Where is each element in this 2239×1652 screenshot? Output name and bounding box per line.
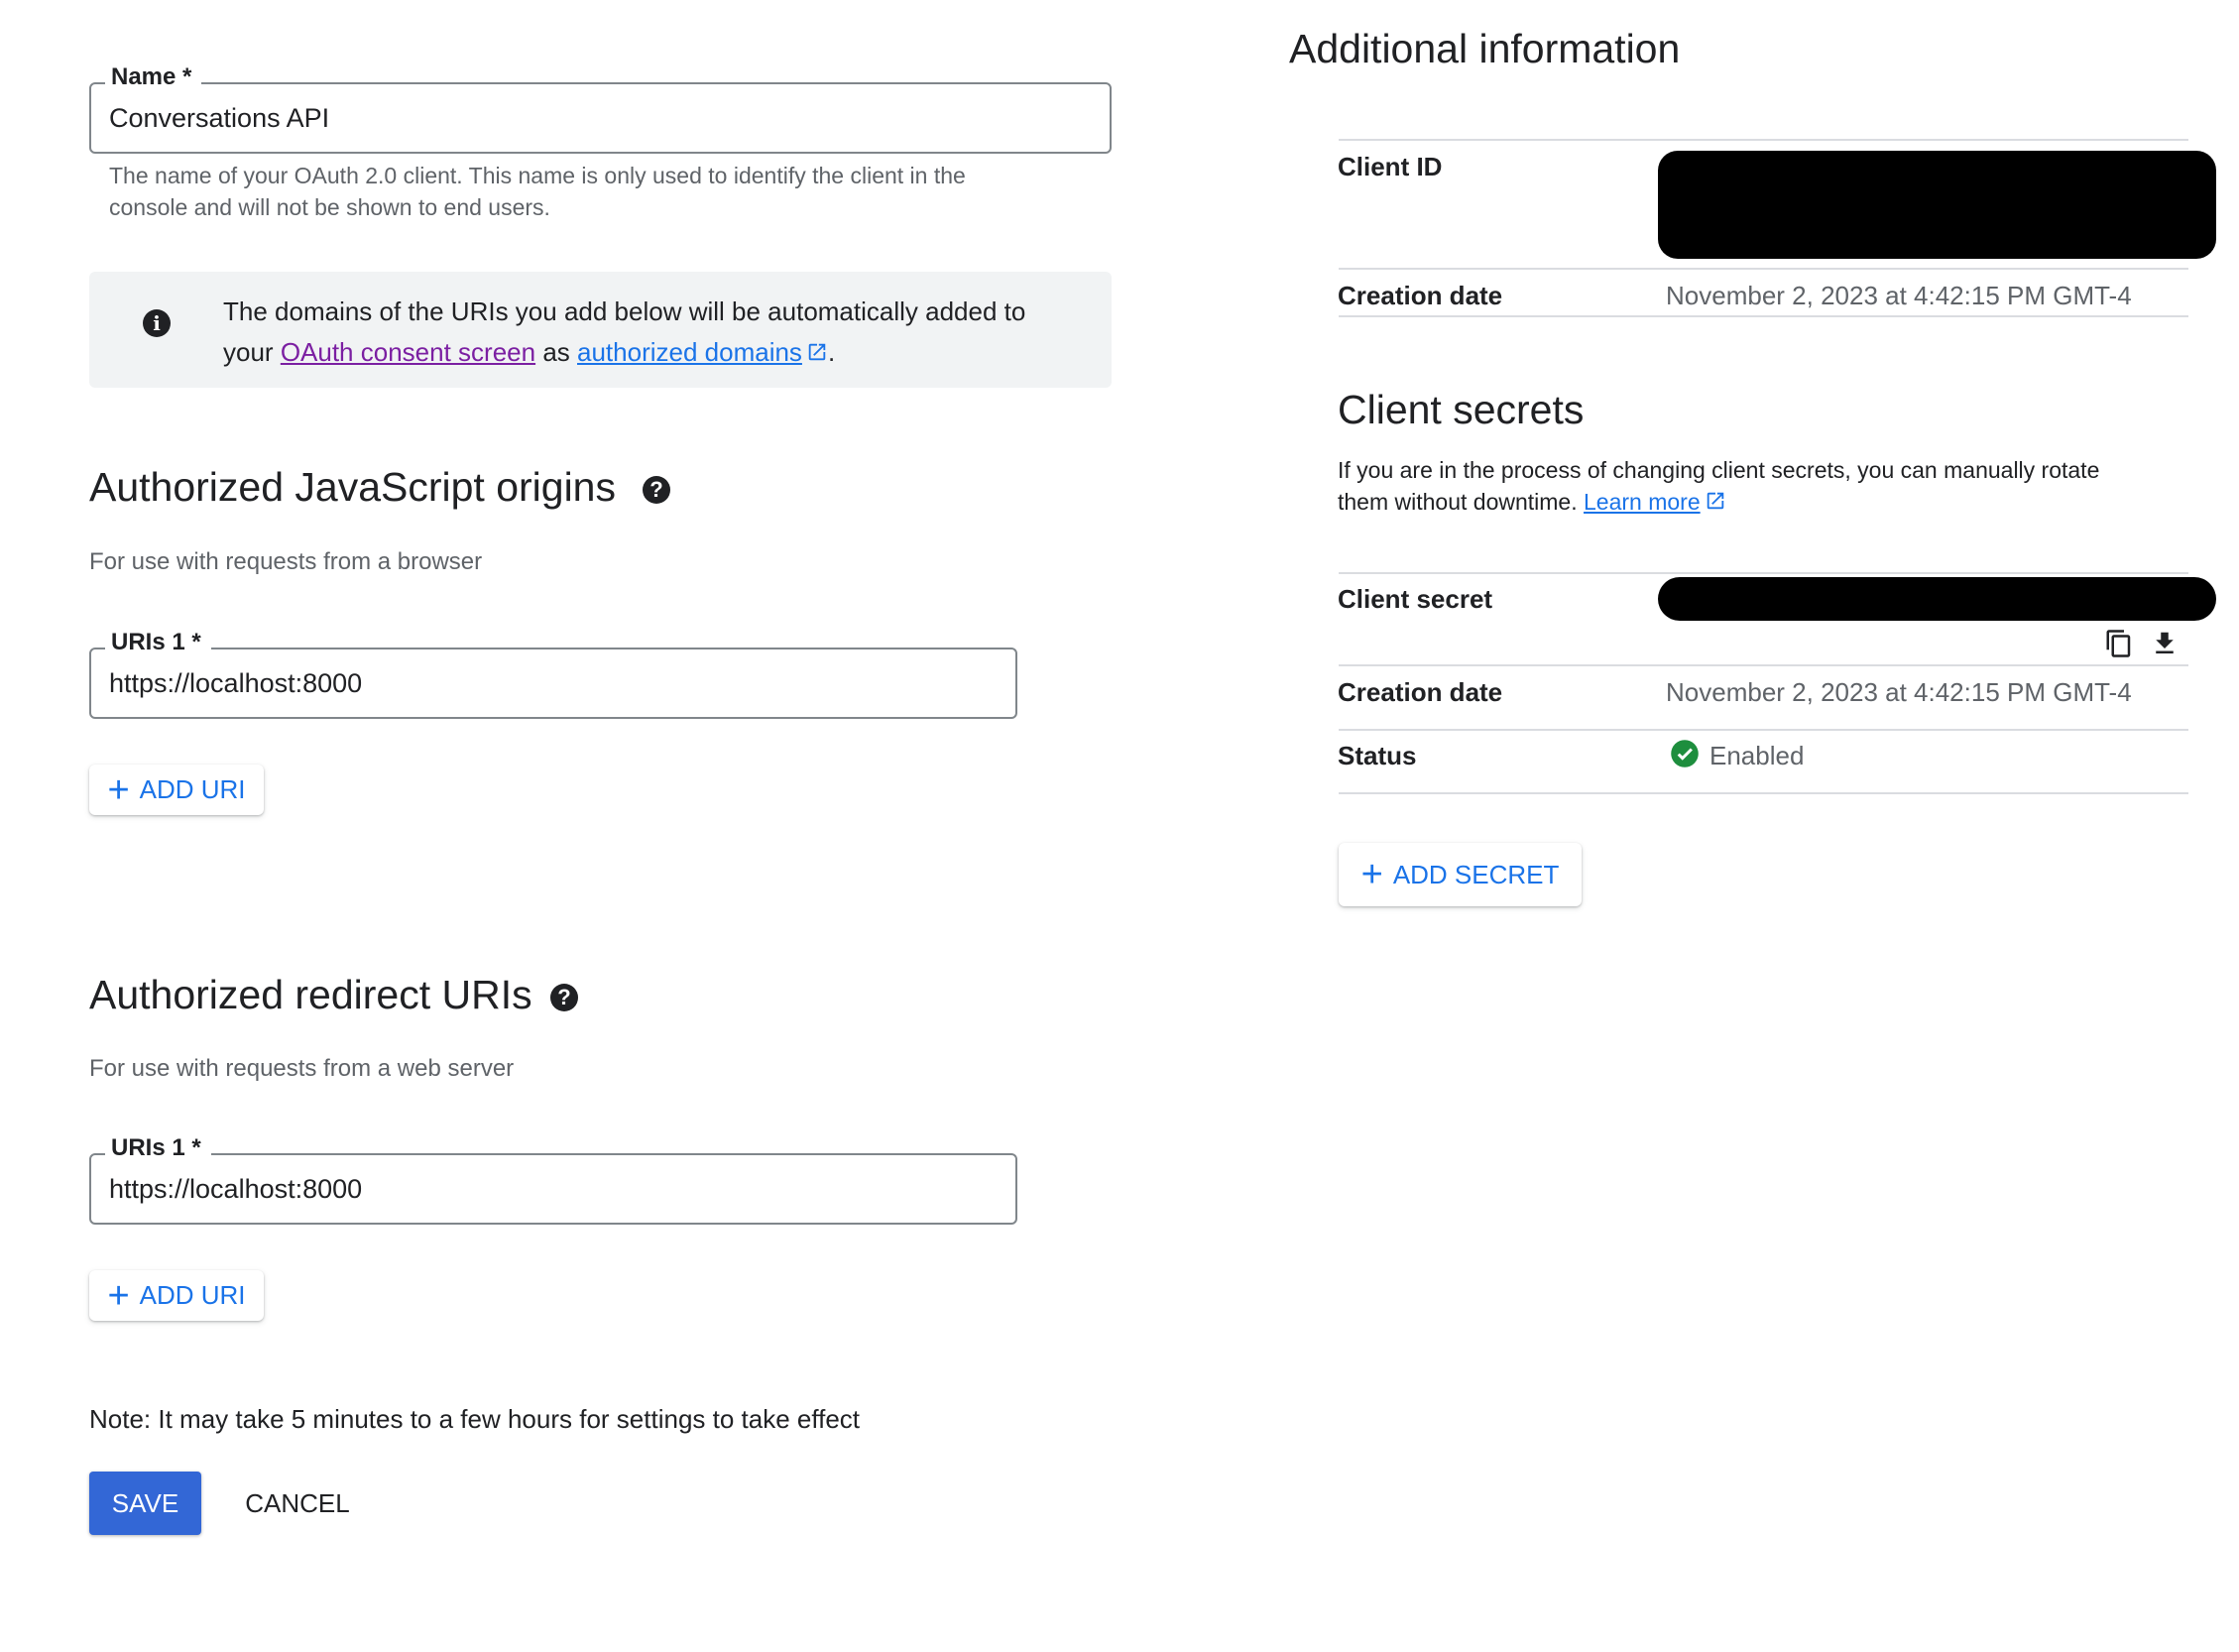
client-secrets-description: If you are in the process of changing cl… [1338,454,2200,520]
domains-info-box: i The domains of the URIs you add below … [89,272,1112,388]
divider [1339,664,2188,666]
help-icon[interactable]: ? [643,476,670,504]
info-text: The domains of the URIs you add below wi… [223,292,1025,375]
settings-note: Note: It may take 5 minutes to a few hou… [89,1404,861,1434]
secret-creation-date-value: November 2, 2023 at 4:42:15 PM GMT-4 [1666,677,2132,707]
divider [1339,268,2188,270]
plus-icon: + [107,1274,130,1317]
js-origins-subtitle: For use with requests from a browser [89,548,483,575]
js-origins-title: Authorized JavaScript origins [89,464,616,510]
check-circle-icon [1670,739,1700,768]
client-secrets-title: Client secrets [1338,387,1585,432]
plus-icon: + [1360,854,1383,895]
plus-icon: + [107,768,130,811]
client-id-redacted [1658,151,2216,259]
client-id-label: Client ID [1338,152,1443,181]
authorized-domains-link[interactable]: authorized domains [577,337,802,367]
secret-creation-date-label: Creation date [1338,677,1503,707]
divider [1339,792,2188,794]
add-secret-button[interactable]: + ADD SECRET [1339,843,1582,906]
divider [1339,139,2188,141]
additional-info-title: Additional information [1289,26,1681,71]
add-js-origin-uri-button[interactable]: + ADD URI [89,765,264,815]
divider [1339,315,2188,317]
redirect-uris-title: Authorized redirect URIs [89,972,532,1017]
uri-field-value[interactable]: https://localhost:8000 [109,1155,362,1223]
js-origin-uri-field[interactable]: URIs 1 * https://localhost:8000 [89,628,1017,719]
add-redirect-uri-button[interactable]: + ADD URI [89,1270,264,1321]
name-helper-text: The name of your OAuth 2.0 client. This … [109,163,966,220]
cancel-button[interactable]: CANCEL [232,1472,363,1535]
creation-date-label: Creation date [1338,281,1503,310]
redirect-uri-field[interactable]: URIs 1 * https://localhost:8000 [89,1133,1017,1225]
status-label: Status [1338,741,1417,770]
name-field-value[interactable]: Conversations API [109,84,329,152]
divider [1339,572,2188,574]
status-value: Enabled [1709,741,1805,770]
copy-icon[interactable] [2104,628,2134,659]
oauth-consent-screen-link[interactable]: OAuth consent screen [281,337,535,367]
client-secret-redacted [1658,577,2216,621]
info-icon: i [143,309,171,337]
divider [1339,729,2188,731]
download-icon[interactable] [2150,628,2180,659]
help-icon[interactable]: ? [550,984,578,1011]
learn-more-link[interactable]: Learn more [1584,489,1701,515]
client-secret-label: Client secret [1338,584,1493,614]
uri-field-value[interactable]: https://localhost:8000 [109,649,362,717]
creation-date-value: November 2, 2023 at 4:42:15 PM GMT-4 [1666,281,2132,310]
external-link-icon [1705,488,1726,520]
external-link-icon [806,334,828,375]
save-button[interactable]: SAVE [89,1472,201,1535]
redirect-uris-subtitle: For use with requests from a web server [89,1055,515,1082]
name-field[interactable]: Name * Conversations API [89,62,1112,154]
